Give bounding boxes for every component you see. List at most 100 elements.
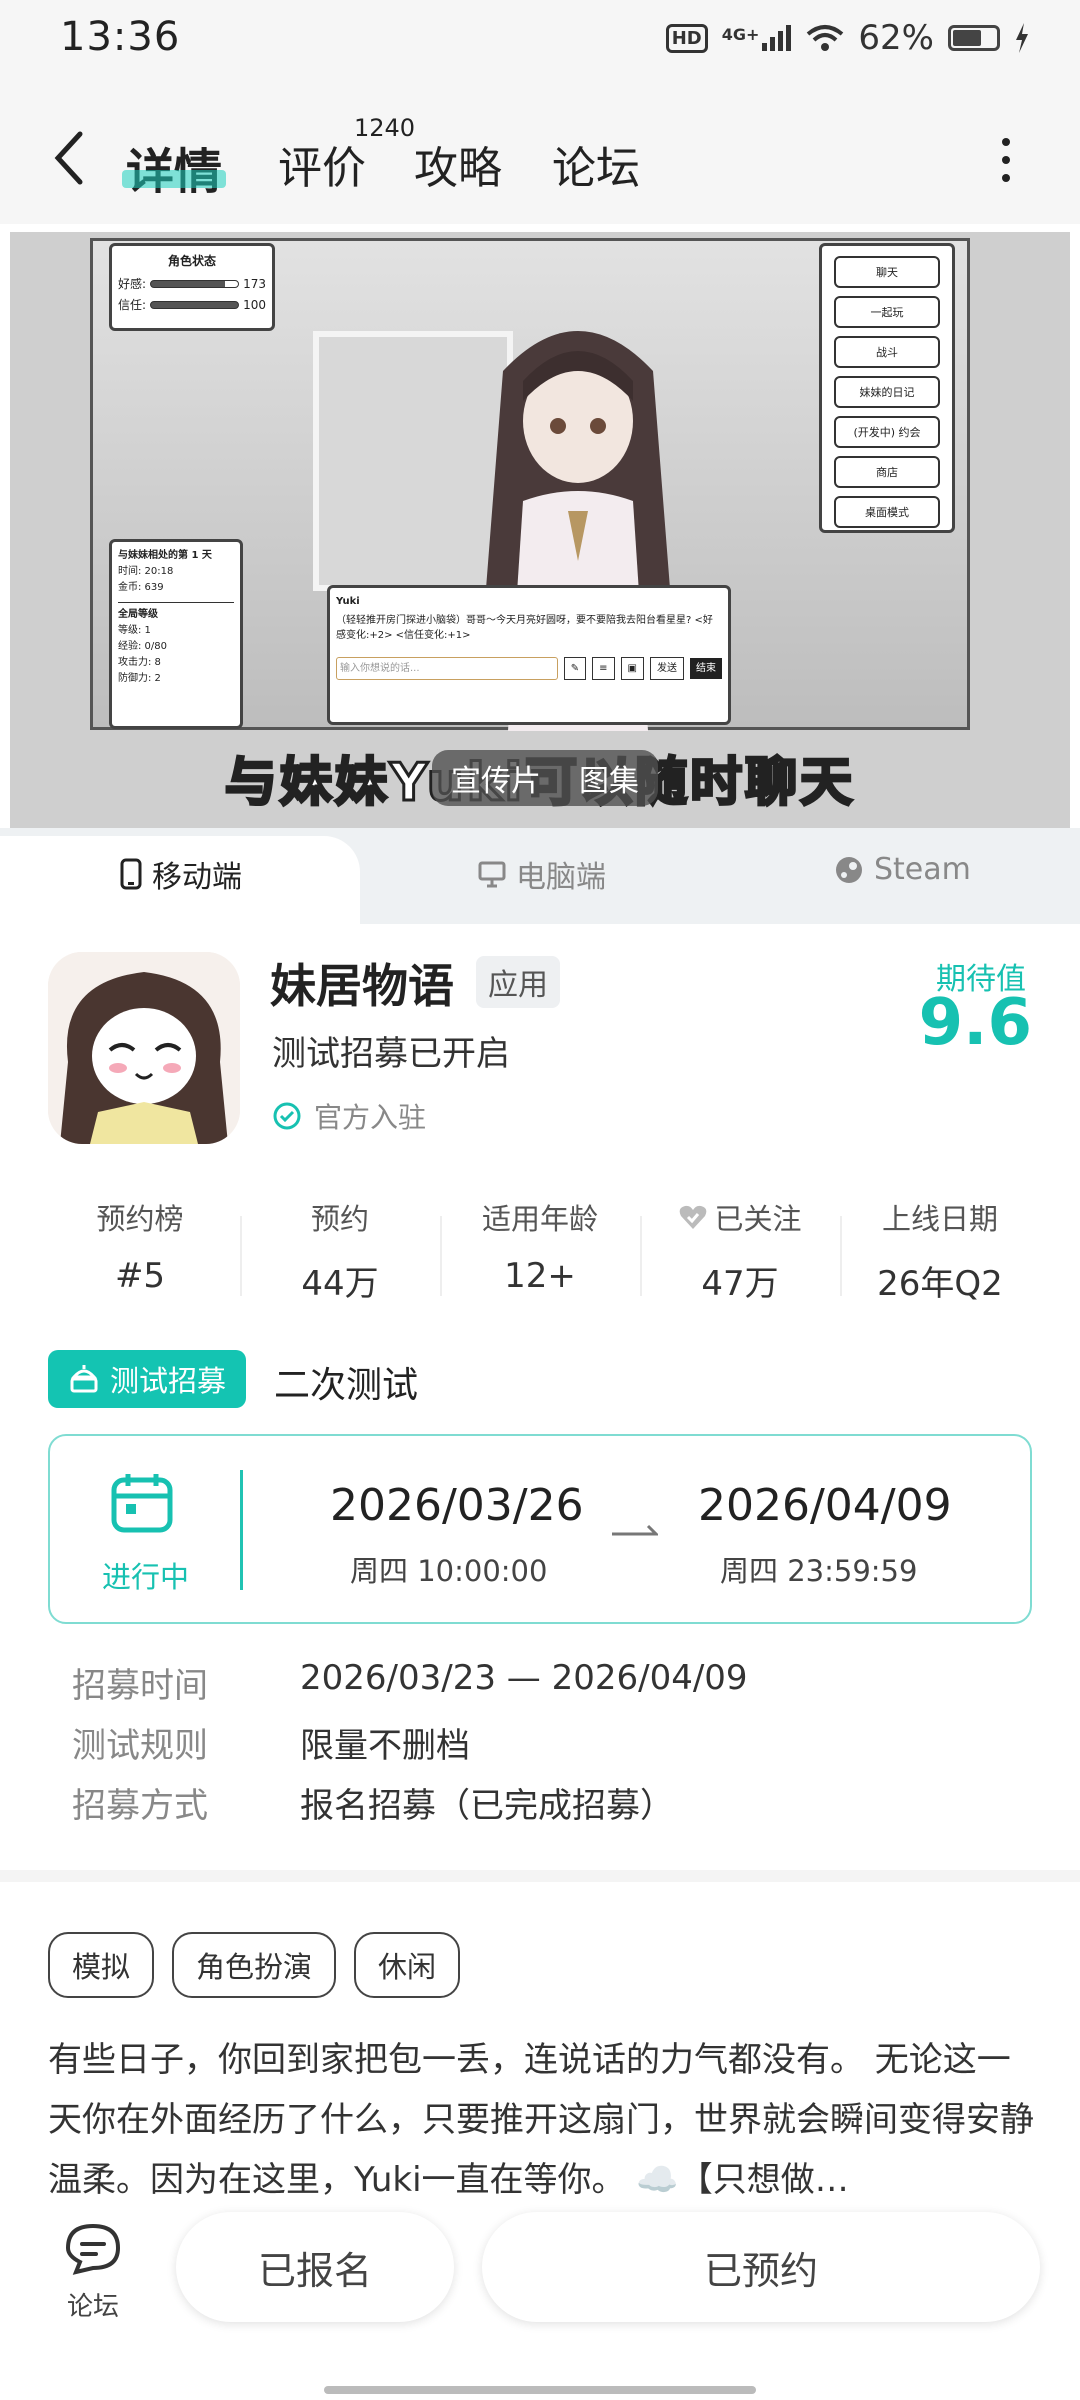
recruit-icon (70, 1365, 98, 1393)
platform-tab-pc-label: 电脑端 (516, 860, 606, 895)
scroll-icon: ≡ (592, 657, 615, 680)
stats-row: 预约榜 #5 预约 44万 适用年龄 12+ 已关注 47万 上线日期 26年Q2 (40, 1196, 1040, 1316)
level-heading: 全局等级 (118, 602, 234, 623)
favor-label: 好感: (118, 277, 147, 291)
tag-simulation[interactable]: 模拟 (48, 1932, 155, 1998)
gold-line: 金币: 639 (118, 582, 164, 593)
expectation-score: 9.6 (918, 986, 1032, 1060)
app-type-badge: 应用 (476, 956, 560, 1008)
forum-label: 论坛 (66, 2292, 119, 2322)
active-tab-indicator (122, 170, 226, 188)
exp-line: 经验: 0/80 (118, 641, 168, 652)
media-banner[interactable]: 角色状态 好感: 173 信任: 100 聊天 一起玩 战斗 妹妹的日记 (开发中)… (10, 232, 1070, 828)
stat-value: 47万 (701, 1264, 779, 1304)
mic-icon: ✎ (563, 657, 587, 680)
menu-diary: 妹妹的日记 (834, 376, 940, 408)
status-time: 13:36 (60, 14, 181, 60)
more-icon[interactable] (998, 136, 1014, 184)
status-panel: 角色状态 好感: 173 信任: 100 (109, 243, 275, 331)
stat-label: 预约榜 (96, 1202, 184, 1236)
forum-shortcut[interactable]: 论坛 (58, 2222, 128, 2323)
app-subtitle: 测试招募已开启 (272, 1034, 510, 1074)
stat-value: #5 (114, 1256, 166, 1296)
trust-label: 信任: (118, 298, 147, 312)
app-icon-image (48, 952, 240, 1144)
top-nav: 详情 评价 1240 攻略 论坛 (0, 84, 1080, 224)
stat-value: 12+ (504, 1256, 576, 1296)
tab-details[interactable]: 详情 (126, 132, 222, 202)
registered-button[interactable]: 已报名 (176, 2212, 454, 2322)
stat-value: 26年Q2 (877, 1264, 1003, 1304)
monitor-icon (478, 861, 506, 888)
home-indicator[interactable] (324, 2386, 756, 2394)
attack-line: 攻击力: 8 (118, 657, 161, 668)
status-panel-title: 角色状态 (167, 254, 216, 268)
dialog-speaker: Yuki (336, 596, 360, 607)
test-rules-value: 限量不删档 (300, 1726, 470, 1766)
bottom-action-bar: 论坛 已报名 已预约 (0, 2200, 1080, 2400)
timeline-divider (240, 1470, 243, 1590)
game-menu-panel: 聊天 一起玩 战斗 妹妹的日记 (开发中) 约会 商店 桌面模式 (819, 243, 955, 533)
reserved-button-label: 已预约 (703, 2248, 818, 2293)
dialog-box: Yuki （轻轻推开房门探进小脑袋）哥哥～今天月亮好圆呀，要不要陪我去阳台看星星… (327, 585, 731, 725)
game-description[interactable]: 有些日子，你回到家把包一丢，连说话的力气都没有。 无论这一天你在外面经历了什么，… (48, 2030, 1038, 2210)
platform-tab-pc[interactable]: 电脑端 (478, 852, 606, 896)
tag-casual[interactable]: 休闲 (354, 1932, 461, 1998)
recruit-period-label: 招募时间 (72, 1666, 208, 1706)
calendar-icon (111, 1474, 173, 1533)
recruit-period-value: 2026/03/23 — 2026/04/09 (300, 1658, 748, 1698)
arrow-right-icon (612, 1524, 658, 1536)
menu-battle: 战斗 (834, 336, 940, 368)
day-panel: 与妹妹相处的第 1 天 时间: 20:18 金币: 639 全局等级 等级: 1… (109, 539, 243, 729)
app-title: 妹居物语 (270, 959, 454, 1013)
stat-value: 44万 (301, 1264, 379, 1304)
menu-play: 一起玩 (834, 296, 940, 328)
recruit-method-label: 招募方式 (72, 1786, 208, 1826)
platform-tab-steam[interactable]: Steam (834, 852, 971, 887)
segment-video[interactable]: 宣传片 (451, 756, 541, 800)
charging-icon (1016, 23, 1028, 53)
heart-check-icon (680, 1205, 707, 1229)
start-time: 周四 10:00:00 (350, 1554, 548, 1588)
segment-gallery[interactable]: 图集 (579, 756, 639, 800)
recruit-timeline: 进行中 2026/03/26 周四 10:00:00 2026/04/09 周四… (48, 1434, 1032, 1624)
gift-icon: ▣ (620, 657, 644, 680)
section-separator (0, 1870, 1080, 1882)
reserved-button[interactable]: 已预约 (482, 2212, 1040, 2322)
end-date: 2026/04/09 (698, 1480, 952, 1531)
level-line: 等级: 1 (118, 625, 151, 636)
registered-button-label: 已报名 (257, 2248, 372, 2293)
tab-reviews[interactable]: 评价 (278, 132, 366, 196)
forum-icon (65, 2223, 121, 2275)
favor-bar (150, 279, 240, 288)
menu-shop: 商店 (834, 456, 940, 488)
time-line: 时间: 20:18 (118, 566, 174, 577)
recruit-tag: 测试招募 (48, 1350, 247, 1408)
tab-forum[interactable]: 论坛 (552, 132, 640, 196)
recruit-tag-label: 测试招募 (110, 1364, 227, 1398)
recruit-method-value: 报名招募（已完成招募） (300, 1786, 674, 1826)
back-arrow-icon[interactable] (52, 130, 86, 186)
platform-tab-mobile[interactable]: 移动端 (120, 852, 242, 896)
stat-age[interactable]: 适用年龄 12+ (440, 1196, 640, 1316)
menu-chat: 聊天 (834, 256, 940, 288)
tag-roleplay[interactable]: 角色扮演 (172, 1932, 337, 1998)
stat-label: 上线日期 (881, 1202, 998, 1236)
dialog-text: （轻轻推开房门探进小脑袋）哥哥～今天月亮好圆呀，要不要陪我去阳台看星星? <好感… (336, 615, 713, 641)
trust-value: 100 (243, 297, 266, 312)
dialog-send: 发送 (650, 657, 684, 680)
tab-guides[interactable]: 攻略 (414, 132, 502, 196)
stat-release-date: 上线日期 26年Q2 (840, 1196, 1040, 1316)
stat-rank[interactable]: 预约榜 #5 (40, 1196, 240, 1316)
menu-date: (开发中) 约会 (834, 416, 940, 448)
app-icon (48, 952, 240, 1144)
trust-bar (150, 300, 240, 309)
recruit-status: 进行中 (102, 1560, 190, 1594)
test-rules-label: 测试规则 (72, 1726, 208, 1766)
review-count: 1240 (354, 114, 416, 142)
battery-icon (948, 25, 1000, 51)
platform-tab-steam-label: Steam (874, 852, 971, 887)
media-switcher: 宣传片 图集 (432, 750, 658, 806)
stat-following[interactable]: 已关注 47万 (640, 1196, 840, 1316)
start-date: 2026/03/26 (330, 1480, 584, 1531)
